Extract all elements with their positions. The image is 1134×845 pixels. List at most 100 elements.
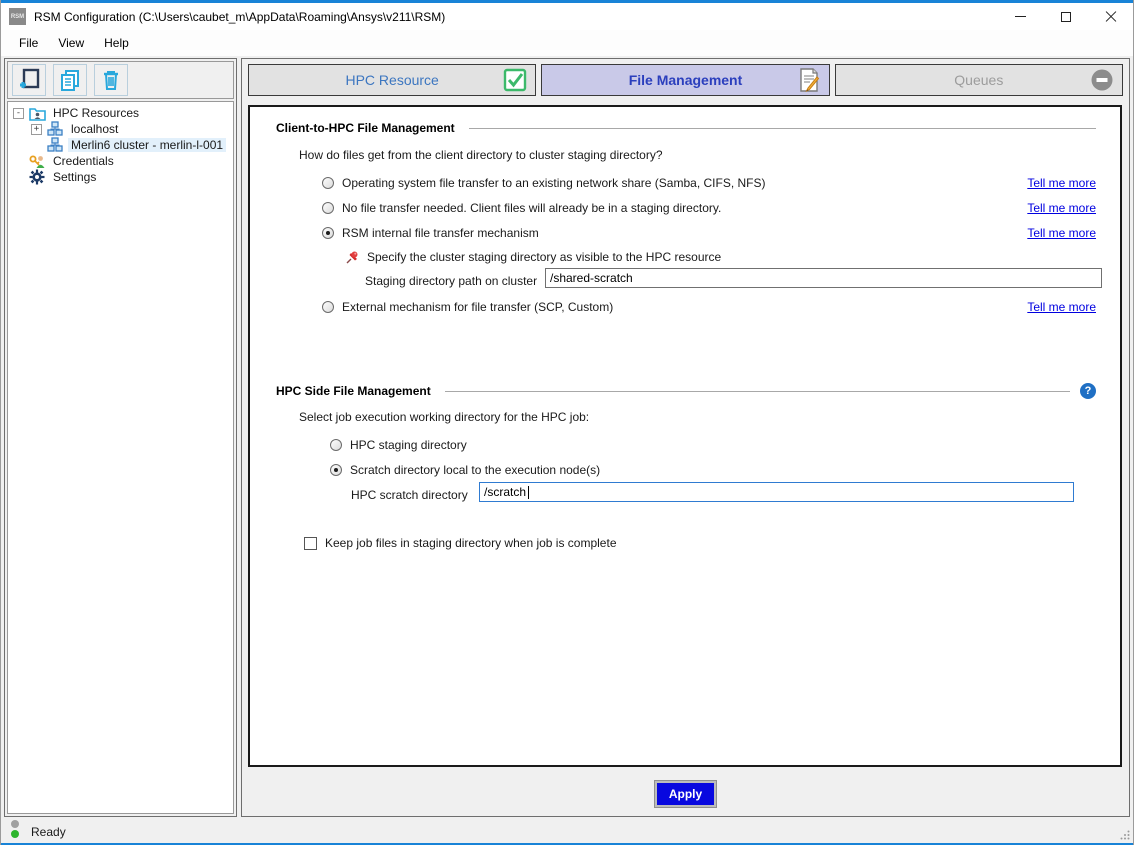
tab-label: File Management (629, 72, 743, 88)
option-rsm-internal-transfer[interactable]: RSM internal file transfer mechanism (322, 225, 539, 241)
status-dot-idle (11, 820, 19, 828)
add-hpc-resource-button[interactable] (12, 64, 46, 96)
edit-document-icon (797, 68, 821, 92)
tree-item-settings[interactable]: Settings (8, 169, 233, 185)
section-divider (469, 128, 1096, 129)
cluster-icon (46, 121, 64, 137)
tell-me-more-link-external[interactable]: Tell me more (1027, 299, 1096, 315)
tell-me-more-link-no-transfer[interactable]: Tell me more (1027, 200, 1096, 216)
tree-item-label: HPC Resources (50, 106, 142, 120)
tree-item-label: Settings (50, 170, 99, 184)
hpc-resources-folder-icon (28, 105, 46, 121)
delete-button[interactable] (94, 64, 128, 96)
rsm-configuration-window: RSM RSM Configuration (C:\Users\caubet_m… (0, 0, 1134, 845)
disabled-minus-icon (1090, 68, 1114, 92)
client-to-hpc-section-header: Client-to-HPC File Management (276, 121, 1096, 135)
tell-me-more-link-rsm-internal[interactable]: Tell me more (1027, 225, 1096, 241)
trash-icon (99, 68, 123, 92)
maximize-icon (1061, 12, 1071, 22)
tree-item-label: Credentials (50, 154, 117, 168)
tabs: HPC Resource File Management Queues (248, 64, 1123, 96)
checkbox-unchecked-icon[interactable] (304, 537, 317, 550)
pushpin-icon (345, 250, 360, 265)
tree-item-label: Merlin6 cluster - merlin-l-001 (68, 138, 226, 152)
minimize-icon (1015, 16, 1026, 17)
tree-item-label: localhost (68, 122, 121, 136)
option-scratch-directory[interactable]: Scratch directory local to the execution… (330, 462, 600, 478)
hpc-scratch-directory-input[interactable] (479, 482, 1074, 502)
resource-tree: - HPC Resources + (7, 101, 234, 814)
menu-view[interactable]: View (48, 33, 94, 53)
right-panel: HPC Resource File Management Queues (241, 58, 1130, 817)
staging-directory-input[interactable] (545, 268, 1102, 288)
tell-me-more-link-os-transfer[interactable]: Tell me more (1027, 175, 1096, 191)
window-title: RSM Configuration (C:\Users\caubet_m\App… (34, 10, 445, 24)
section-title: HPC Side File Management (276, 384, 431, 398)
app-icon: RSM (9, 8, 26, 25)
option-label: Operating system file transfer to an exi… (342, 176, 766, 190)
radio-checked-icon[interactable] (322, 227, 334, 239)
option-hpc-staging-directory[interactable]: HPC staging directory (330, 437, 467, 453)
collapse-expander-icon[interactable]: - (13, 108, 24, 119)
status-indicator-icon (11, 820, 19, 838)
menu-file[interactable]: File (9, 33, 48, 53)
tab-label: Queues (954, 72, 1003, 88)
status-dot-ready (11, 830, 19, 838)
tree-item-hpc-resources[interactable]: - HPC Resources (8, 105, 233, 121)
duplicate-button[interactable] (53, 64, 87, 96)
radio-checked-icon[interactable] (330, 464, 342, 476)
staging-directory-label: Staging directory path on cluster (365, 274, 537, 288)
section-divider (445, 391, 1070, 392)
settings-gear-icon (28, 169, 46, 185)
staging-note-text: Specify the cluster staging directory as… (367, 250, 721, 264)
option-label: RSM internal file transfer mechanism (342, 226, 539, 240)
credentials-icon (28, 153, 46, 169)
staging-directory-note: Specify the cluster staging directory as… (345, 249, 721, 265)
tree-item-localhost[interactable]: + localhost (8, 121, 233, 137)
keep-job-files-option[interactable]: Keep job files in staging directory when… (304, 535, 617, 551)
tab-queues[interactable]: Queues (835, 64, 1123, 96)
radio-unchecked-icon[interactable] (322, 177, 334, 189)
apply-row: Apply (242, 771, 1129, 816)
resize-grip[interactable] (1120, 830, 1130, 840)
client-transfer-question: How do files get from the client directo… (299, 148, 663, 162)
minimize-button[interactable] (998, 3, 1043, 30)
tree-item-credentials[interactable]: Credentials (8, 153, 233, 169)
tab-file-management[interactable]: File Management (541, 64, 829, 96)
menu-help[interactable]: Help (94, 33, 139, 53)
maximize-button[interactable] (1043, 3, 1088, 30)
copy-icon (58, 68, 82, 92)
window-controls (998, 3, 1133, 30)
file-management-panel: Client-to-HPC File Management How do fil… (248, 105, 1122, 767)
menubar: File View Help (1, 30, 1133, 56)
tab-label: HPC Resource (345, 72, 438, 88)
apply-button[interactable]: Apply (655, 781, 716, 807)
titlebar: RSM RSM Configuration (C:\Users\caubet_m… (1, 3, 1133, 30)
close-button[interactable] (1088, 3, 1133, 30)
option-external-transfer[interactable]: External mechanism for file transfer (SC… (322, 299, 613, 315)
left-panel: - HPC Resources + (4, 58, 237, 817)
expand-expander-icon[interactable]: + (31, 124, 42, 135)
radio-unchecked-icon[interactable] (322, 301, 334, 313)
tab-hpc-resource[interactable]: HPC Resource (248, 64, 536, 96)
tree-item-merlin6-cluster[interactable]: Merlin6 cluster - merlin-l-001 (8, 137, 233, 153)
toolbar (7, 61, 234, 99)
close-icon (1105, 11, 1117, 23)
option-label: External mechanism for file transfer (SC… (342, 300, 613, 314)
cluster-icon (46, 137, 64, 153)
text-cursor (528, 486, 529, 499)
hpc-side-section-header: HPC Side File Management ? (276, 383, 1096, 399)
add-document-icon (17, 68, 41, 92)
statusbar: Ready (1, 821, 1133, 843)
hpc-scratch-directory-label: HPC scratch directory (351, 488, 468, 502)
working-directory-question: Select job execution working directory f… (299, 410, 589, 424)
option-no-transfer[interactable]: No file transfer needed. Client files wi… (322, 200, 721, 216)
option-label: HPC staging directory (350, 438, 467, 452)
section-title: Client-to-HPC File Management (276, 121, 455, 135)
option-label: No file transfer needed. Client files wi… (342, 201, 721, 215)
radio-unchecked-icon[interactable] (322, 202, 334, 214)
help-icon[interactable]: ? (1080, 383, 1096, 399)
radio-unchecked-icon[interactable] (330, 439, 342, 451)
keep-job-files-label: Keep job files in staging directory when… (325, 536, 617, 550)
option-os-file-transfer[interactable]: Operating system file transfer to an exi… (322, 175, 766, 191)
